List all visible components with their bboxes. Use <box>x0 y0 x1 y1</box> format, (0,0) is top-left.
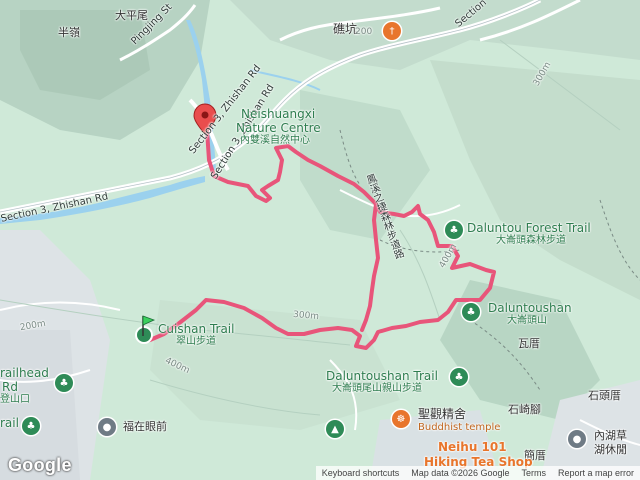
label-trailhead-en-1: railhead <box>0 366 49 380</box>
label-dapingwei: 大平尾 <box>115 9 148 22</box>
label-wali: 瓦厝 <box>518 337 540 350</box>
label-shitouli: 石頭厝 <box>588 389 621 402</box>
park-icon-daluntoushan[interactable]: ♣ <box>462 303 480 321</box>
label-neishuangxi-en-1: Neishuangxi <box>241 107 316 121</box>
keyboard-shortcuts-link[interactable]: Keyboard shortcuts <box>316 468 406 478</box>
label-trailhead-en-2: Rd <box>2 380 18 394</box>
google-logo: Google <box>8 455 72 475</box>
label-cuishan-zh: 翠山步道 <box>176 336 216 347</box>
label-daluntou-forest-zh: 大崙頭森林步道 <box>496 235 566 246</box>
label-daluntou-tail-zh: 大崙頭尾山親山步道 <box>332 383 422 394</box>
restaurant-icon[interactable]: † <box>383 22 401 40</box>
label-neihu101-1: Neihu 101 <box>438 440 507 454</box>
temple-icon[interactable]: ☸ <box>392 410 410 428</box>
label-fuzai: 福在眼前 <box>123 420 167 433</box>
label-shiqijiao: 石崎腳 <box>508 403 541 416</box>
camp-icon[interactable]: ▲ <box>326 420 344 438</box>
label-shengguan-en: Buddhist temple <box>418 422 501 433</box>
landmark-icon-neihu[interactable]: ● <box>568 430 586 448</box>
landmark-icon-fuzai[interactable]: ● <box>98 418 116 436</box>
label-trail-left: rail <box>0 416 19 430</box>
label-shengguan-zh: 聖觀精舍 <box>418 407 467 421</box>
label-dingkeng: 礁坑 <box>333 22 358 36</box>
map-data-attribution: Map data ©2026 Google <box>411 468 510 478</box>
label-daluntoushan-en: Daluntoushan <box>488 301 572 315</box>
terms-link[interactable]: Terms <box>515 468 552 478</box>
label-elev-200-top: 200 <box>355 27 373 37</box>
map-footer: Keyboard shortcuts Map data ©2026 Google… <box>315 466 640 480</box>
park-icon-trailhead[interactable]: ♣ <box>55 374 73 392</box>
label-daluntou-forest-en: Daluntou Forest Trail <box>467 221 591 235</box>
label-daluntoushan-zh: 大崙頭山 <box>507 315 547 326</box>
park-icon-daluntou-tail[interactable]: ♣ <box>450 368 468 386</box>
report-error-link[interactable]: Report a map error <box>552 468 640 478</box>
park-icon-left[interactable]: ♣ <box>22 417 40 435</box>
label-neishuangxi-zh: 內雙溪自然中心 <box>240 135 310 146</box>
label-neihu-1: 內湖草 <box>594 429 627 442</box>
park-icon-daluntou-forest[interactable]: ♣ <box>445 221 463 239</box>
label-neihu-2: 湖休閒 <box>594 443 627 456</box>
label-cuishan-en: Cuishan Trail <box>158 322 235 336</box>
label-neishuangxi-en-2: Nature Centre <box>236 121 321 135</box>
label-trailhead-zh: 登山口 <box>0 394 30 405</box>
map-canvas[interactable]: 半嶺 大平尾 Pingjing St Section 3, Zhishan Rd… <box>0 0 640 480</box>
label-banling: 半嶺 <box>58 26 80 39</box>
label-daluntou-tail-en: Daluntoushan Trail <box>326 369 438 383</box>
